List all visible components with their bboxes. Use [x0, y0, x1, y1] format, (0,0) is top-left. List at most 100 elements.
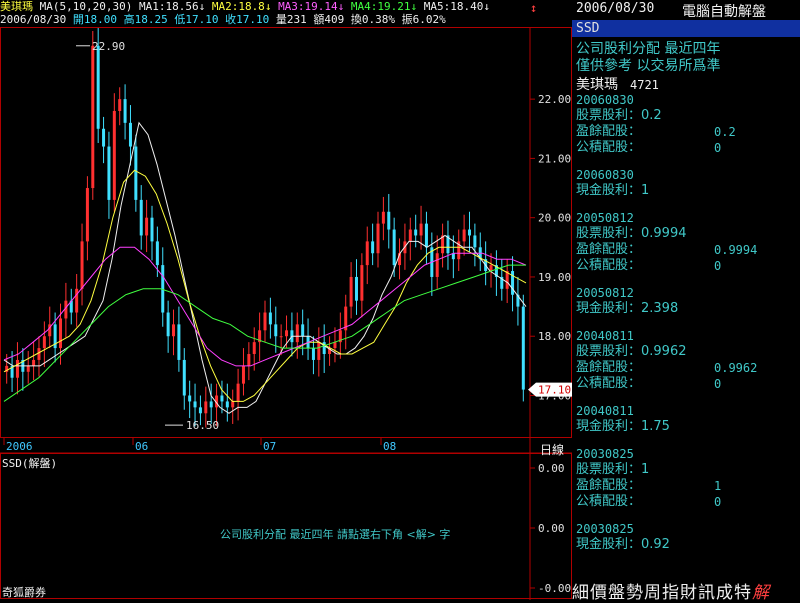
candle-body — [252, 342, 256, 355]
candle-body — [150, 217, 154, 242]
record-date: 20030825 — [576, 447, 634, 461]
panel-title: 電腦自動解盤 — [682, 4, 766, 20]
record-value: 0.2 — [714, 125, 736, 139]
panel-note: 僅供參考 以交易所爲準 — [576, 58, 721, 74]
panel-stock-name: 美琪瑪 — [576, 77, 618, 93]
dividend-list[interactable]: 20060830 股票股利：0.2 盈餘配股： 0.2 公積配股： 0 20060830 現金… — [576, 93, 796, 575]
record-label: 股票股利：0.9994 — [576, 226, 687, 241]
high-label: 22.90 — [92, 40, 125, 53]
record-line: 公積配股： 0 — [576, 140, 796, 156]
analysis-panel: 2006/08/30 電腦自動解盤 SSD 公司股利分配 最近四年 僅供參考 以… — [572, 0, 800, 603]
record-label: 股票股利：0.2 — [576, 108, 662, 123]
ytick-label: 19.00 — [538, 271, 571, 284]
candle-body — [419, 223, 423, 236]
sub-ytick-label: 0.00 — [538, 522, 565, 535]
record-date: 20060830 — [576, 93, 634, 107]
candle-body — [172, 324, 176, 337]
record-line: 現金股利：0.92 — [576, 537, 796, 553]
record-line: 盈餘配股： 0.9994 — [576, 242, 796, 258]
candle-body — [32, 359, 36, 366]
record-line: 盈餘配股： 0.2 — [576, 124, 796, 140]
dividend-record: 20040811 現金股利：1.75 — [576, 404, 796, 447]
candle-body — [467, 229, 471, 236]
sub-ytick-label: -0.00 — [538, 582, 571, 595]
record-label: 股票股利：1 — [576, 462, 650, 477]
candle-body — [247, 354, 251, 366]
candle-body — [123, 99, 127, 123]
function-button[interactable]: 特 — [734, 578, 752, 603]
function-button[interactable]: 盤 — [608, 578, 626, 603]
function-button[interactable]: 指 — [662, 578, 680, 603]
dividend-record: 20050812 現金股利：2.398 — [576, 286, 796, 329]
function-button[interactable]: 周 — [644, 578, 662, 603]
record-label: 現金股利：2.398 — [576, 301, 679, 316]
record-label: 盈餘配股： — [576, 360, 642, 375]
candle-body — [301, 324, 305, 337]
candle-body — [188, 395, 192, 402]
record-line: 公積配股： 0 — [576, 258, 796, 274]
function-button[interactable]: 價 — [590, 578, 608, 603]
record-value: 0 — [714, 495, 722, 509]
record-line: 公積配股： 0 — [576, 376, 796, 392]
panel-date: 2006/08/30 — [576, 1, 655, 16]
record-line: 股票股利：0.2 — [576, 108, 796, 124]
candle-body — [279, 336, 283, 338]
function-bar: 細價盤勢周指財訊成特解 — [572, 578, 800, 603]
ytick-label: 20.00 — [538, 212, 571, 225]
record-label: 公積配股： — [576, 494, 642, 509]
record-line: 公積配股： 0 — [576, 494, 796, 510]
record-value: 0 — [714, 259, 722, 273]
record-label: 盈餘配股： — [576, 242, 642, 257]
function-button[interactable]: 解 — [752, 578, 770, 603]
candle-body — [376, 223, 380, 254]
candle-body — [26, 365, 30, 372]
record-date: 20050812 — [576, 286, 634, 300]
record-line: 現金股利：1.75 — [576, 419, 796, 435]
broker-name: 奇狐爵券 — [2, 586, 46, 599]
record-date: 20050812 — [576, 211, 634, 225]
function-button[interactable]: 財 — [680, 578, 698, 603]
record-value: 1 — [714, 479, 722, 493]
record-value: 0.9994 — [714, 243, 758, 257]
function-button[interactable]: 勢 — [626, 578, 644, 603]
panel-stock: 美琪瑪 4721 — [576, 74, 659, 94]
ssd-hint: 公司股利分配 最近四年 請點選右下角 <解> 字 — [220, 528, 451, 541]
record-line: 股票股利：0.9994 — [576, 226, 796, 242]
record-label: 盈餘配股： — [576, 478, 642, 493]
ytick-label: 18.00 — [538, 330, 571, 343]
period-label[interactable]: 日線 — [540, 441, 564, 458]
record-date: 20060830 — [576, 168, 634, 182]
candle-body — [15, 359, 19, 378]
record-label: 現金股利：0.92 — [576, 537, 670, 552]
panel-tab-bar[interactable]: SSD — [572, 20, 800, 37]
candle-body — [462, 229, 466, 242]
candle-body — [37, 348, 41, 360]
record-line: 盈餘配股： 0.9962 — [576, 360, 796, 376]
candle-body — [317, 342, 321, 360]
function-button[interactable]: 細 — [572, 578, 590, 603]
record-value: 0.9962 — [714, 361, 758, 375]
function-button[interactable]: 成 — [716, 578, 734, 603]
candle-body — [354, 276, 358, 301]
candle-body — [177, 324, 181, 360]
candle-body — [231, 401, 235, 408]
record-line: 股票股利：1 — [576, 462, 796, 478]
candle-body — [209, 401, 213, 408]
function-button[interactable]: 訊 — [698, 578, 716, 603]
candle-body — [91, 45, 95, 189]
record-label: 現金股利：1 — [576, 183, 650, 198]
candle-body — [521, 306, 525, 390]
tab-ssd[interactable]: SSD — [576, 21, 599, 36]
record-date: 20030825 — [576, 522, 634, 536]
candle-body — [274, 324, 278, 337]
candle-body — [145, 217, 149, 236]
candlestick-chart[interactable]: 22.0021.0020.0019.0018.0017.002006060708… — [0, 0, 572, 600]
dividend-record: 20050812 股票股利：0.9994 盈餘配股： 0.9994 公積配股： 0 — [576, 211, 796, 286]
candle-body — [134, 146, 138, 200]
candle-body — [128, 122, 132, 147]
candle-body — [155, 241, 159, 266]
candle-body — [42, 336, 46, 349]
candle-body — [371, 241, 375, 254]
record-label: 盈餘配股： — [576, 124, 642, 139]
candle-body — [85, 188, 89, 242]
